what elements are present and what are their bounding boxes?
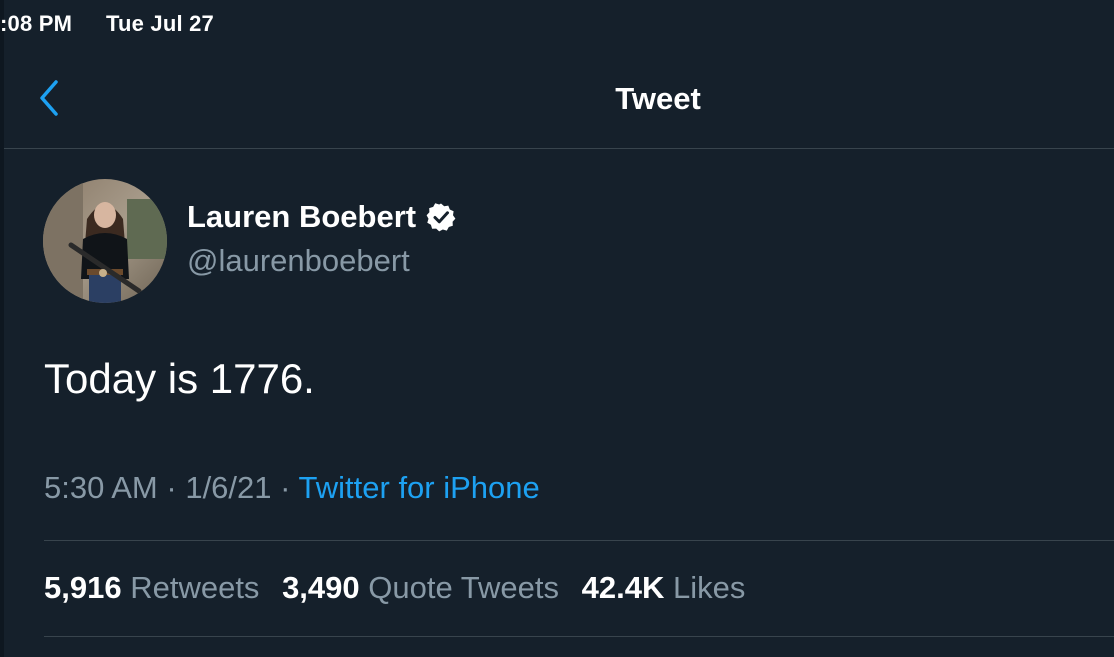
quote-tweets-count: 3,490 xyxy=(282,570,360,605)
tweet-time: 5:30 AM xyxy=(44,470,158,505)
retweets-stat[interactable]: 5,916 Retweets xyxy=(44,570,259,605)
likes-label: Likes xyxy=(672,570,746,605)
meta-separator: · xyxy=(280,470,291,505)
avatar-photo xyxy=(43,179,167,303)
likes-stat[interactable]: 42.4K Likes xyxy=(582,570,746,605)
stats-divider xyxy=(44,636,1114,637)
likes-count: 42.4K xyxy=(581,570,665,605)
avatar[interactable] xyxy=(43,179,167,303)
tweet-stats: 5,916 Retweets 3,490 Quote Tweets 42.4K … xyxy=(44,570,759,606)
tweet-date: 1/6/21 xyxy=(185,470,272,505)
retweets-count: 5,916 xyxy=(44,570,122,605)
retweets-label: Retweets xyxy=(130,570,260,605)
tweet-detail-screen: :08 PM Tue Jul 27 Tweet Lauren Boebert @… xyxy=(0,0,1114,657)
quote-tweets-stat[interactable]: 3,490 Quote Tweets xyxy=(282,570,559,605)
tweet-meta: 5:30 AM · 1/6/21 · Twitter for iPhone xyxy=(44,470,540,506)
tweet-source-link[interactable]: Twitter for iPhone xyxy=(299,470,540,505)
author-handle[interactable]: @laurenboebert xyxy=(187,243,410,279)
quote-tweets-label: Quote Tweets xyxy=(368,570,559,605)
header-divider xyxy=(4,148,1114,149)
meta-separator: · xyxy=(166,470,177,505)
author-name[interactable]: Lauren Boebert xyxy=(187,199,456,235)
page-title: Tweet xyxy=(615,81,701,116)
verified-badge-icon xyxy=(426,203,456,232)
author-name-text: Lauren Boebert xyxy=(187,199,417,234)
navigation-bar: Tweet xyxy=(0,62,1114,148)
tweet-text: Today is 1776. xyxy=(44,355,315,402)
status-date: Tue Jul 27 xyxy=(106,11,214,36)
meta-divider xyxy=(44,540,1114,541)
status-time: :08 PM xyxy=(0,11,73,36)
